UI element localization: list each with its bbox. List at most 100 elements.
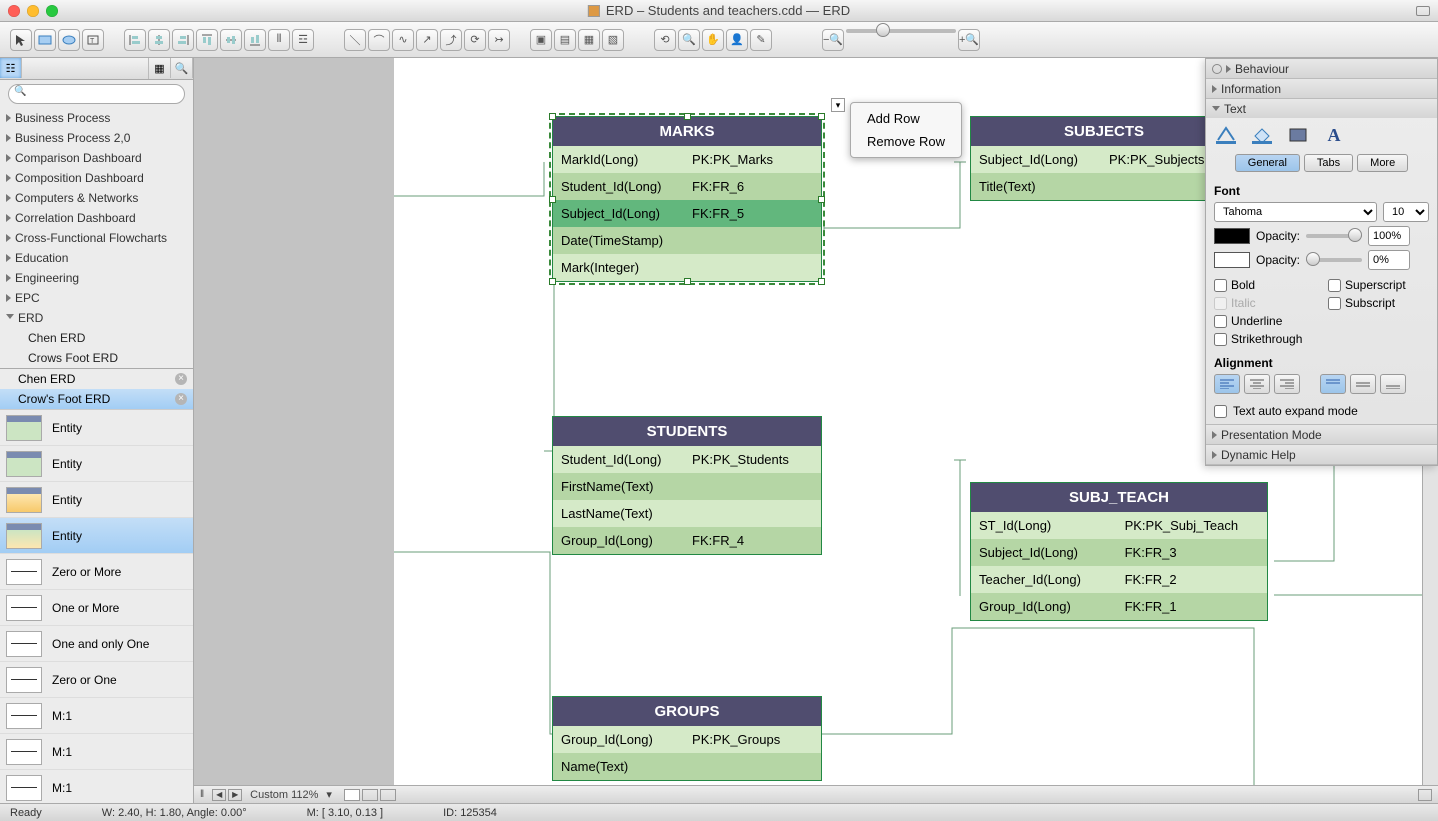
close-icon[interactable]: ×: [175, 373, 187, 385]
entity-students[interactable]: STUDENTS Student_Id(Long)PK:PK_StudentsF…: [552, 416, 822, 555]
tree-item[interactable]: Chen ERD: [0, 328, 193, 348]
check-autoexpand[interactable]: Text auto expand mode: [1214, 404, 1429, 418]
menu-add-row[interactable]: Add Row: [851, 107, 961, 130]
shape-item[interactable]: Entity: [0, 446, 193, 482]
align-middle-tool[interactable]: [220, 29, 242, 51]
stroke-opacity-input[interactable]: [1368, 250, 1410, 270]
section-presentation[interactable]: Presentation Mode: [1206, 425, 1437, 444]
entity-row[interactable]: Group_Id(Long)PK:PK_Groups: [553, 726, 821, 753]
zoom-out-button[interactable]: −🔍: [822, 29, 844, 51]
shape-item[interactable]: M:1: [0, 698, 193, 734]
distribute-h-tool[interactable]: ⫴: [268, 29, 290, 51]
tree-item[interactable]: Crows Foot ERD: [0, 348, 193, 368]
fill-color-icon[interactable]: [1250, 124, 1274, 146]
underline-color-icon[interactable]: [1214, 124, 1238, 146]
check-strike[interactable]: Strikethrough: [1214, 332, 1314, 346]
entity-row[interactable]: LastName(Text): [553, 500, 821, 527]
tree-item[interactable]: Correlation Dashboard: [0, 208, 193, 228]
zoom-in-button[interactable]: +🔍: [958, 29, 980, 51]
section-text[interactable]: Text: [1206, 99, 1437, 118]
tree-item[interactable]: Cross-Functional Flowcharts: [0, 228, 193, 248]
refresh-tool[interactable]: ⟲: [654, 29, 676, 51]
shape-item[interactable]: Entity: [0, 410, 193, 446]
entity-subj-teach[interactable]: SUBJ_TEACH ST_Id(Long)PK:PK_Subj_TeachSu…: [970, 482, 1268, 621]
zoom-icon[interactable]: [46, 5, 58, 17]
ellipse-tool[interactable]: [58, 29, 80, 51]
tree-item[interactable]: ERD: [0, 308, 193, 328]
back-tool[interactable]: ▧: [602, 29, 624, 51]
tree-item[interactable]: EPC: [0, 288, 193, 308]
shape-item[interactable]: One and only One: [0, 626, 193, 662]
entity-subjects[interactable]: SUBJECTS Subject_Id(Long)PK:PK_SubjectsT…: [970, 116, 1238, 201]
shape-item[interactable]: One or More: [0, 590, 193, 626]
group-tool[interactable]: ▣: [530, 29, 552, 51]
entity-row[interactable]: Teacher_Id(Long)FK:FR_2: [971, 566, 1267, 593]
align-right-tool[interactable]: [172, 29, 194, 51]
close-icon[interactable]: ×: [175, 393, 187, 405]
valign-bottom-button[interactable]: [1380, 374, 1406, 394]
tree-item[interactable]: Computers & Networks: [0, 188, 193, 208]
arrow-connector-tool[interactable]: ↣: [488, 29, 510, 51]
search-input[interactable]: [8, 84, 185, 104]
valign-top-button[interactable]: [1320, 374, 1346, 394]
valign-middle-button[interactable]: [1350, 374, 1376, 394]
stroke-opacity-slider[interactable]: [1306, 258, 1362, 262]
rect-tool[interactable]: [34, 29, 56, 51]
pointer-tool[interactable]: [10, 29, 32, 51]
zoom-slider[interactable]: [846, 29, 956, 33]
ungroup-tool[interactable]: ▤: [554, 29, 576, 51]
line-tool[interactable]: ＼: [344, 29, 366, 51]
font-size-select[interactable]: 10: [1383, 202, 1429, 222]
check-super[interactable]: Superscript: [1328, 278, 1428, 292]
shape-item[interactable]: Entity: [0, 518, 193, 554]
tab-more[interactable]: More: [1357, 154, 1408, 172]
align-top-tool[interactable]: [196, 29, 218, 51]
shape-item[interactable]: Zero or One: [0, 662, 193, 698]
align-center-tool[interactable]: [148, 29, 170, 51]
tree-item[interactable]: Composition Dashboard: [0, 168, 193, 188]
align-left-tool[interactable]: [124, 29, 146, 51]
entity-marks[interactable]: MARKS MarkId(Long)PK:PK_MarksStudent_Id(…: [552, 116, 822, 282]
text-tool[interactable]: T: [82, 29, 104, 51]
arc-tool[interactable]: ⌒: [368, 29, 390, 51]
menu-remove-row[interactable]: Remove Row: [851, 130, 961, 153]
tree-item[interactable]: Business Process: [0, 108, 193, 128]
entity-row[interactable]: Subject_Id(Long)PK:PK_Subjects: [971, 146, 1237, 173]
close-icon[interactable]: [8, 5, 20, 17]
entity-row[interactable]: Subject_Id(Long)FK:FR_3: [971, 539, 1267, 566]
shape-item[interactable]: M:1: [0, 734, 193, 770]
check-underline[interactable]: Underline: [1214, 314, 1314, 328]
entity-groups[interactable]: GROUPS Group_Id(Long)PK:PK_GroupsName(Te…: [552, 696, 822, 781]
shape-item[interactable]: Zero or More: [0, 554, 193, 590]
font-family-select[interactable]: Tahoma: [1214, 202, 1377, 222]
open-library-item[interactable]: Chen ERD×: [0, 369, 193, 389]
zoom-tool[interactable]: 🔍: [678, 29, 700, 51]
sidebar-tab-tree[interactable]: ☷: [0, 58, 22, 78]
check-bold[interactable]: Bold: [1214, 278, 1314, 292]
align-right-button[interactable]: [1274, 374, 1300, 394]
fullscreen-icon[interactable]: [1416, 6, 1430, 16]
font-glyph-icon[interactable]: A: [1322, 124, 1346, 146]
entity-row[interactable]: Group_Id(Long)FK:FR_1: [971, 593, 1267, 620]
check-italic[interactable]: Italic: [1214, 296, 1314, 310]
tab-general[interactable]: General: [1235, 154, 1300, 172]
fill-opacity-slider[interactable]: [1306, 234, 1362, 238]
entity-row[interactable]: Subject_Id(Long)FK:FR_5: [553, 200, 821, 227]
align-left-button[interactable]: [1214, 374, 1240, 394]
entity-row[interactable]: Group_Id(Long)FK:FR_4: [553, 527, 821, 554]
section-help[interactable]: Dynamic Help: [1206, 445, 1437, 464]
tree-item[interactable]: Comparison Dashboard: [0, 148, 193, 168]
shape-item[interactable]: Entity: [0, 482, 193, 518]
check-sub[interactable]: Subscript: [1328, 296, 1428, 310]
edit-tool[interactable]: ✎: [750, 29, 772, 51]
page-nav-buttons[interactable]: ◀▶: [212, 789, 242, 801]
person-tool[interactable]: 👤: [726, 29, 748, 51]
align-bottom-tool[interactable]: [244, 29, 266, 51]
action-tag-icon[interactable]: ▾: [831, 98, 845, 112]
tree-item[interactable]: Business Process 2,0: [0, 128, 193, 148]
distribute-v-tool[interactable]: ☲: [292, 29, 314, 51]
tree-item[interactable]: Education: [0, 248, 193, 268]
hand-tool[interactable]: ✋: [702, 29, 724, 51]
section-behaviour[interactable]: Behaviour: [1206, 59, 1437, 78]
entity-row[interactable]: ST_Id(Long)PK:PK_Subj_Teach: [971, 512, 1267, 539]
